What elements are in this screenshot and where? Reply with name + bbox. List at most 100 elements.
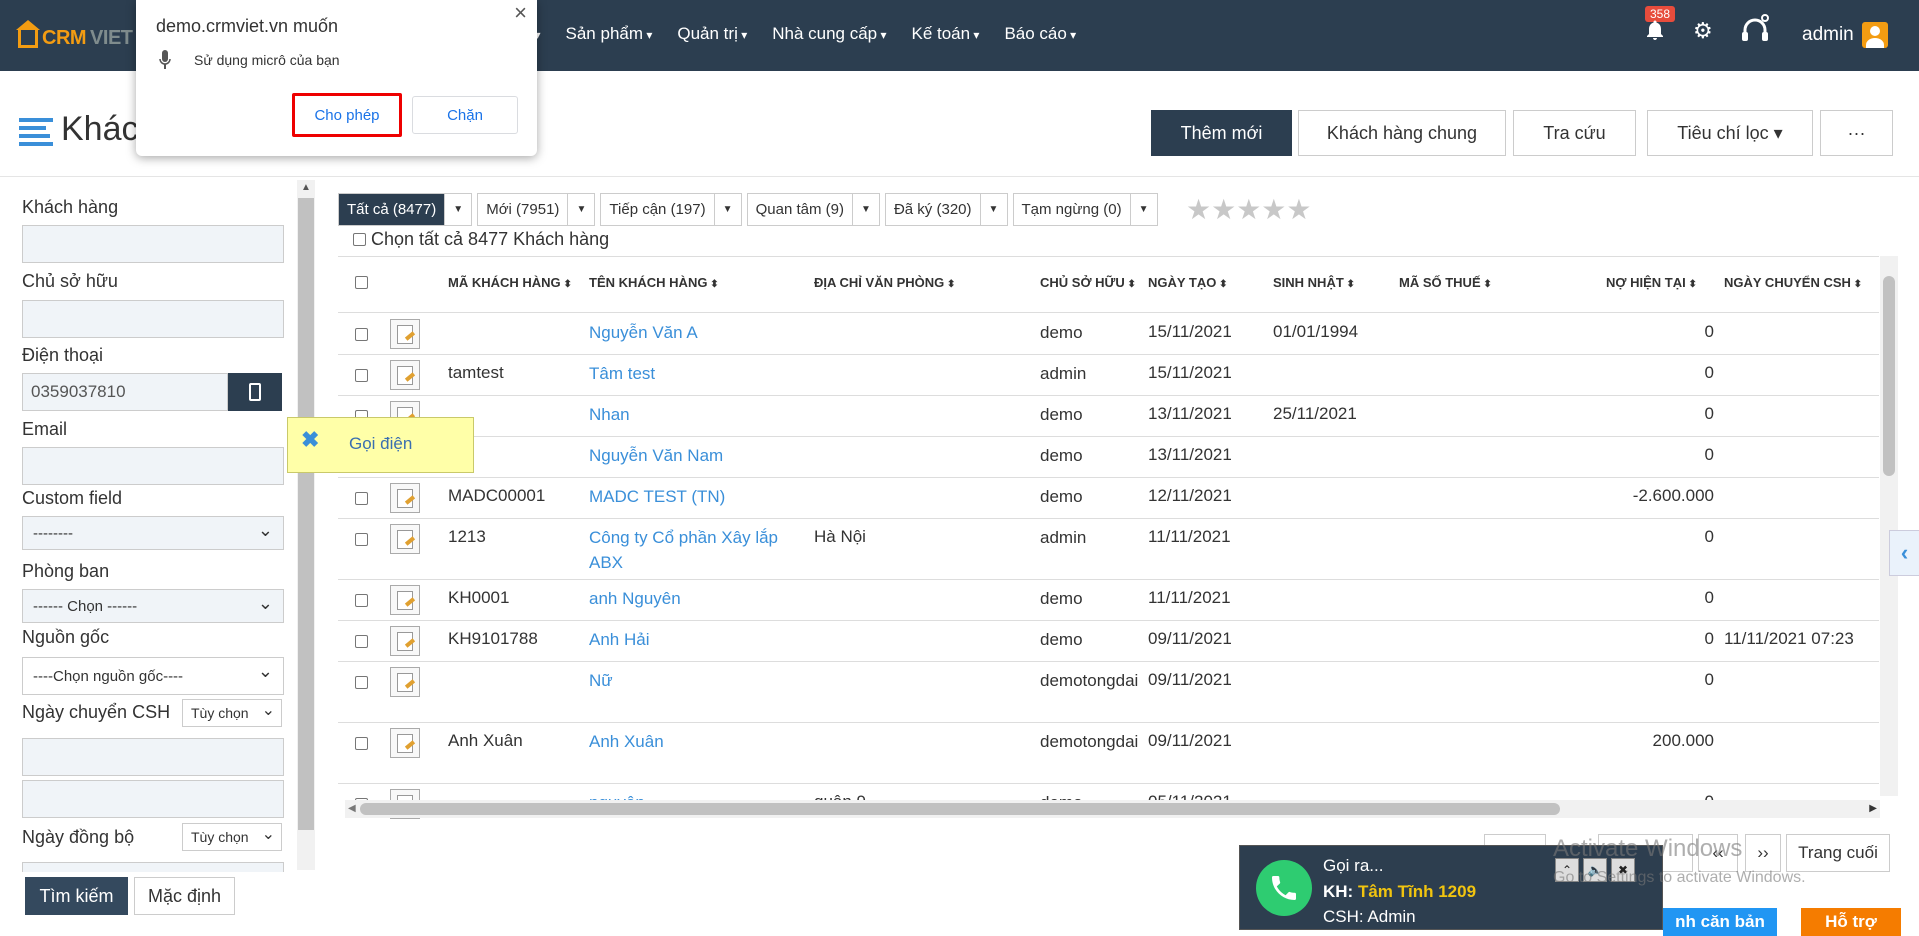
sync-date-option[interactable]: Tùy chọn [182, 823, 282, 851]
table-row[interactable]: Nữ demotongdai 09/11/2021 0 [338, 662, 1879, 723]
select-all-checkbox[interactable] [353, 233, 366, 246]
cell-name[interactable]: anh Nguyên [589, 586, 799, 611]
header-checkbox[interactable] [355, 276, 368, 289]
email-input[interactable] [22, 447, 284, 485]
table-horizontal-scrollbar[interactable]: ◀ ▶ [345, 800, 1880, 818]
edit-note-icon[interactable] [390, 360, 420, 390]
bell-icon[interactable] [1643, 18, 1669, 46]
transfer-date-to[interactable] [22, 780, 284, 818]
call-button[interactable] [228, 373, 282, 411]
gear-icon[interactable]: ⚙ [1693, 20, 1715, 42]
table-row[interactable]: KH0001 anh Nguyên demo 11/11/2021 0 [338, 580, 1879, 621]
sync-date-from[interactable] [22, 862, 284, 872]
caret-down-icon[interactable]: ▼ [567, 194, 595, 225]
edit-note-icon[interactable] [390, 667, 420, 697]
table-row[interactable]: 1213 Công ty Cổ phần Xây lắp ABX Hà Nội adm… [338, 519, 1879, 580]
common-customers-button[interactable]: Khách hàng chung [1298, 110, 1506, 156]
caret-down-icon[interactable]: ▼ [1129, 194, 1157, 225]
col-transfer[interactable]: NGÀY CHUYỂN CSH [1724, 275, 1862, 290]
scroll-left-icon[interactable]: ◀ [348, 803, 356, 814]
row-checkbox[interactable] [355, 737, 368, 750]
owner-input[interactable] [22, 300, 284, 338]
cell-name[interactable]: Công ty Cổ phần Xây lắp ABX [589, 525, 799, 575]
table-vertical-scrollbar[interactable] [1880, 256, 1898, 796]
custom-field-select[interactable]: -------- [22, 516, 284, 550]
cell-name[interactable]: Nữ [589, 668, 799, 693]
logo[interactable]: CRM VIET [16, 19, 133, 50]
nav-item-reports[interactable]: Báo cáo [1004, 24, 1076, 44]
row-checkbox[interactable] [355, 369, 368, 382]
add-new-button[interactable]: Thêm mới [1151, 110, 1292, 156]
table-row[interactable]: tamtest Tâm test admin 15/11/2021 0 [338, 355, 1879, 396]
phone-input[interactable]: 0359037810 [22, 373, 228, 411]
next-page-button[interactable]: ›› [1745, 834, 1781, 872]
tab-approach[interactable]: Tiếp cận (197) ▼ [600, 193, 742, 226]
col-owner[interactable]: CHỦ SỞ HỮU [1040, 275, 1136, 290]
cell-name[interactable]: Anh Xuân [589, 729, 799, 754]
table-row[interactable]: MADC00001 MADC TEST (TN) demo 12/11/2021 -2.… [338, 478, 1879, 519]
col-birthday[interactable]: SINH NHẬT [1273, 275, 1355, 290]
table-row[interactable]: Nguyễn Văn Nam demo 13/11/2021 0 [338, 437, 1879, 478]
caret-down-icon[interactable]: ▼ [444, 194, 472, 225]
cell-name[interactable]: Anh Hải [589, 627, 799, 652]
cell-name[interactable]: Nguyễn Văn A [589, 320, 799, 345]
col-debt[interactable]: NỢ HIỆN TẠI [1606, 275, 1697, 290]
row-checkbox[interactable] [355, 492, 368, 505]
edit-note-icon[interactable] [390, 483, 420, 513]
table-row[interactable]: Anh Xuân Anh Xuân demotongdai 09/11/2021 200… [338, 723, 1879, 784]
call-tooltip[interactable]: ✖ Gọi điện [287, 417, 474, 473]
scrollbar-thumb[interactable] [298, 198, 314, 830]
col-address[interactable]: ĐỊA CHỈ VĂN PHÒNG [814, 275, 955, 290]
scrollbar-thumb[interactable] [1883, 276, 1895, 476]
star-rating-filter[interactable]: ★★★★★ [1186, 193, 1312, 226]
transfer-date-option[interactable]: Tùy chọn [182, 699, 282, 727]
tab-new[interactable]: Mới (7951) ▼ [477, 193, 596, 226]
nav-item-admin[interactable]: Quản trị [677, 24, 747, 44]
table-row[interactable]: Nhan demo 13/11/2021 25/11/2021 0 [338, 396, 1879, 437]
more-button[interactable]: ··· [1820, 110, 1893, 156]
edit-note-icon[interactable] [390, 319, 420, 349]
department-select[interactable]: ------ Chọn ------ [22, 589, 284, 623]
row-checkbox[interactable] [355, 635, 368, 648]
edit-note-icon[interactable] [390, 626, 420, 656]
caret-down-icon[interactable]: ▼ [979, 194, 1007, 225]
table-row[interactable]: Nguyễn Văn A demo 15/11/2021 01/01/1994 0 [338, 314, 1879, 355]
cell-name[interactable]: Tâm test [589, 361, 799, 386]
caret-down-icon[interactable]: ▼ [713, 194, 741, 225]
source-select[interactable]: ----Chọn nguồn gốc---- [22, 657, 284, 695]
nav-item-suppliers[interactable]: Nhà cung cấp [772, 24, 886, 44]
search-button[interactable]: Tìm kiếm [25, 877, 128, 915]
scroll-right-icon[interactable]: ▶ [1869, 803, 1877, 814]
cell-name[interactable]: MADC TEST (TN) [589, 484, 799, 509]
headset-icon[interactable] [1740, 14, 1770, 48]
table-row[interactable]: KH9101788 Anh Hải demo 09/11/2021 0 11/11/202… [338, 621, 1879, 662]
avatar[interactable] [1862, 22, 1888, 48]
lookup-button[interactable]: Tra cứu [1513, 110, 1636, 156]
sidebar-scrollbar[interactable]: ▲ [297, 180, 315, 870]
cell-name[interactable]: Nguyễn Văn Nam [589, 443, 799, 468]
edit-note-icon[interactable] [390, 728, 420, 758]
tab-signed[interactable]: Đã ký (320) ▼ [884, 193, 1008, 226]
row-checkbox[interactable] [355, 533, 368, 546]
close-icon[interactable]: ✖ [301, 427, 319, 453]
user-name[interactable]: admin [1802, 24, 1854, 46]
scrollbar-thumb[interactable] [360, 803, 1560, 815]
col-created[interactable]: NGÀY TẠO [1148, 275, 1228, 290]
support-button[interactable]: Hỗ trợ [1801, 908, 1901, 936]
default-button[interactable]: Mặc định [134, 877, 235, 915]
menu-icon[interactable] [19, 118, 53, 146]
col-code[interactable]: MÃ KHÁCH HÀNG [448, 275, 572, 290]
row-checkbox[interactable] [355, 594, 368, 607]
filter-criteria-button[interactable]: Tiêu chí lọc ▾ [1647, 110, 1813, 156]
allow-button[interactable]: Cho phép [292, 93, 402, 137]
guide-button[interactable]: nh căn bản [1663, 908, 1777, 936]
row-checkbox[interactable] [355, 676, 368, 689]
close-icon[interactable]: × [514, 0, 527, 26]
side-panel-toggle[interactable]: ‹ [1889, 530, 1919, 576]
caret-down-icon[interactable]: ▼ [851, 194, 879, 225]
edit-note-icon[interactable] [390, 524, 420, 554]
nav-item-products[interactable]: Sản phẩm [566, 24, 653, 44]
scroll-up-icon[interactable]: ▲ [301, 182, 311, 193]
nav-item-accounting[interactable]: Kế toán [911, 24, 979, 44]
tab-paused[interactable]: Tạm ngừng (0) ▼ [1012, 193, 1158, 226]
